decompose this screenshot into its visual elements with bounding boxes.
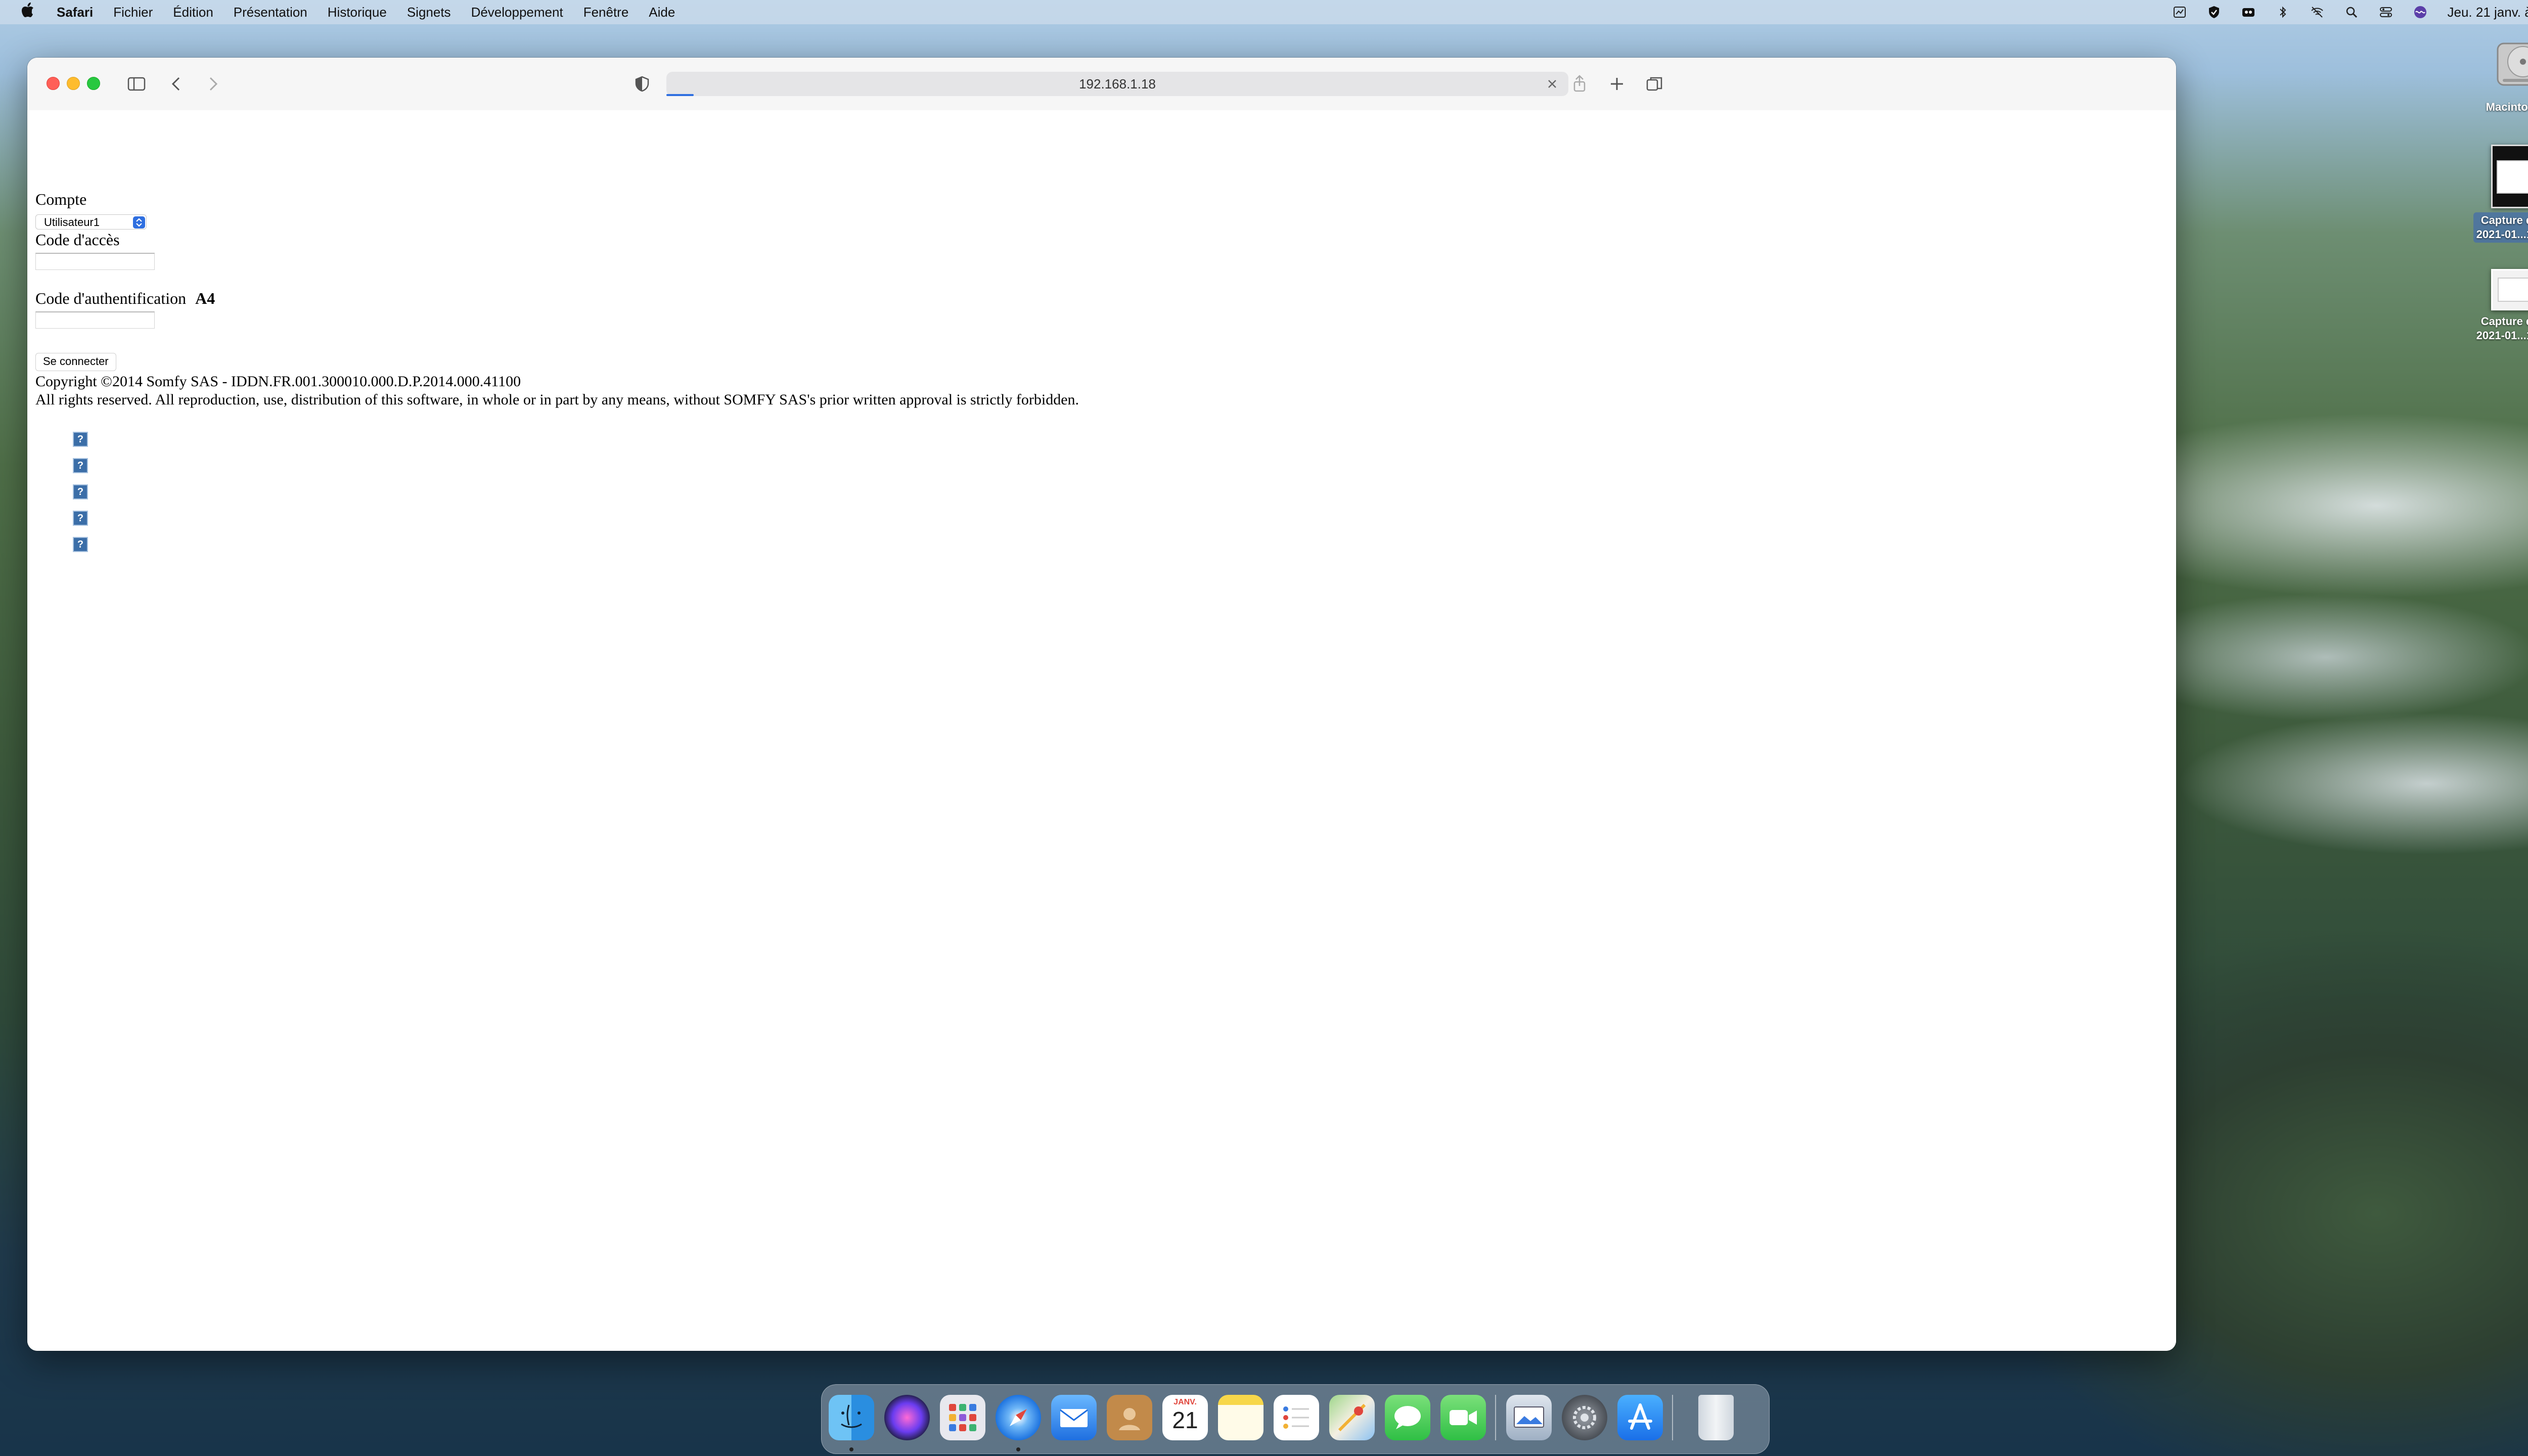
cloud-app-icon[interactable]	[2241, 5, 2255, 19]
siri-icon[interactable]	[884, 1395, 930, 1440]
screenshot-thumbnail	[2491, 269, 2528, 310]
shield-icon[interactable]	[2207, 5, 2221, 19]
share-icon[interactable]	[1569, 74, 1590, 94]
reminders-icon[interactable]	[1274, 1395, 1319, 1440]
web-page: Compte Utilisateur1 Code d'accès Code d'…	[27, 110, 2176, 1351]
menu-bar: Safari Fichier Édition Présentation Hist…	[0, 0, 2528, 24]
copyright-line-1: Copyright ©2014 Somfy SAS - IDDN.FR.001.…	[35, 373, 521, 390]
auth-code-label: Code d'authentification	[35, 289, 187, 307]
menu-signets[interactable]: Signets	[407, 5, 451, 20]
desktop-icon-macintosh-hd[interactable]: Macintosh HD	[2467, 32, 2528, 114]
mail-icon[interactable]	[1051, 1395, 1097, 1440]
status-monitor-icon[interactable]	[2173, 5, 2187, 19]
calendar-icon[interactable]: JANV. 21	[1162, 1395, 1208, 1440]
access-code-label: Code d'accès	[35, 231, 120, 249]
launchpad-icon[interactable]	[940, 1395, 985, 1440]
minimize-window-button[interactable]	[67, 77, 80, 90]
page-load-progress	[666, 94, 694, 96]
trash-icon[interactable]	[1698, 1395, 1734, 1440]
menu-fenetre[interactable]: Fenêtre	[583, 5, 629, 20]
safari-icon[interactable]	[996, 1395, 1041, 1440]
menu-historique[interactable]: Historique	[328, 5, 387, 20]
forward-icon[interactable]	[202, 74, 222, 94]
desktop-icon-label: Capture d'écran 2021-01...17.07.06	[2473, 212, 2528, 243]
broken-image-icon: ?	[73, 458, 88, 473]
apple-menu-icon[interactable]	[21, 3, 41, 22]
spotlight-search-icon[interactable]	[2344, 5, 2359, 19]
maps-icon[interactable]	[1329, 1395, 1375, 1440]
safari-window: 192.168.1.18 Compte Utilisateur1 Code d'…	[27, 58, 2176, 1351]
menu-edition[interactable]: Édition	[173, 5, 213, 20]
desktop-icon-screenshot-2[interactable]: Capture d'écran 2021-01...17.07.20	[2467, 269, 2528, 343]
dock-separator	[1672, 1395, 1673, 1440]
calendar-day: 21	[1172, 1407, 1198, 1433]
broken-image-icon: ?	[73, 484, 88, 499]
desktop-icon-screenshot-1[interactable]: Capture d'écran 2021-01...17.07.06	[2467, 145, 2528, 243]
messages-icon[interactable]	[1385, 1395, 1430, 1440]
dock-separator	[1495, 1395, 1496, 1440]
new-tab-icon[interactable]	[1607, 74, 1627, 94]
menu-app-name[interactable]: Safari	[57, 5, 93, 20]
connect-button[interactable]: Se connecter	[35, 353, 116, 371]
stop-loading-icon[interactable]	[1544, 76, 1560, 92]
running-indicator	[849, 1447, 853, 1451]
menu-clock[interactable]: Jeu. 21 janv. à 14:43	[2448, 5, 2528, 20]
running-indicator	[1016, 1447, 1020, 1451]
system-preferences-icon[interactable]	[1562, 1395, 1607, 1440]
maximize-window-button[interactable]	[87, 77, 100, 90]
account-select-value: Utilisateur1	[44, 216, 100, 229]
browser-toolbar: 192.168.1.18	[27, 58, 2176, 111]
label-line-2: 2021-01...17.07.20	[2476, 329, 2528, 342]
back-icon[interactable]	[167, 74, 187, 94]
facetime-icon[interactable]	[1440, 1395, 1486, 1440]
sidebar-toggle-icon[interactable]	[126, 74, 147, 94]
broken-image-icon: ?	[73, 511, 88, 526]
account-select[interactable]: Utilisateur1	[35, 214, 147, 230]
auth-code-input[interactable]	[35, 311, 155, 329]
tab-overview-icon[interactable]	[1644, 74, 1664, 94]
calendar-month: JANV.	[1173, 1398, 1197, 1406]
wifi-off-icon[interactable]	[2310, 5, 2324, 19]
label-line-1: Capture d'écran	[2480, 315, 2528, 328]
menu-presentation[interactable]: Présentation	[234, 5, 307, 20]
dock: JANV. 21	[821, 1384, 1770, 1454]
account-label: Compte	[35, 190, 87, 208]
access-code-input[interactable]	[35, 253, 155, 270]
menu-aide[interactable]: Aide	[649, 5, 675, 20]
close-window-button[interactable]	[47, 77, 60, 90]
desktop-icon-label: Macintosh HD	[2486, 101, 2528, 113]
url-text[interactable]: 192.168.1.18	[666, 72, 1568, 96]
auth-code-value: A4	[195, 289, 215, 307]
privacy-report-icon[interactable]	[632, 74, 652, 94]
screenshot-thumbnail	[2491, 145, 2528, 208]
notes-icon[interactable]	[1218, 1395, 1263, 1440]
menu-extras: Jeu. 21 janv. à 14:43	[2173, 0, 2528, 24]
menu-developpement[interactable]: Développement	[471, 5, 563, 20]
select-chevron-icon	[133, 216, 145, 229]
label-line-2: 2021-01...17.07.06	[2476, 228, 2528, 241]
auth-code-row: Code d'authentification A4	[35, 289, 215, 308]
finder-icon[interactable]	[829, 1395, 874, 1440]
contacts-icon[interactable]	[1107, 1395, 1152, 1440]
siri-icon[interactable]	[2413, 5, 2427, 19]
broken-image-icon: ?	[73, 537, 88, 552]
preview-icon[interactable]	[1506, 1395, 1552, 1440]
label-line-1: Capture d'écran	[2480, 214, 2528, 226]
address-bar[interactable]: 192.168.1.18	[666, 72, 1568, 96]
hard-drive-icon	[2497, 42, 2528, 86]
desktop-icon-label: Capture d'écran 2021-01...17.07.20	[2467, 314, 2528, 343]
control-center-icon[interactable]	[2379, 5, 2393, 19]
app-store-icon[interactable]	[1617, 1395, 1663, 1440]
bluetooth-icon[interactable]	[2276, 5, 2290, 19]
copyright-line-2: All rights reserved. All reproduction, u…	[35, 391, 1079, 408]
menu-fichier[interactable]: Fichier	[113, 5, 153, 20]
broken-image-icon: ?	[73, 432, 88, 447]
